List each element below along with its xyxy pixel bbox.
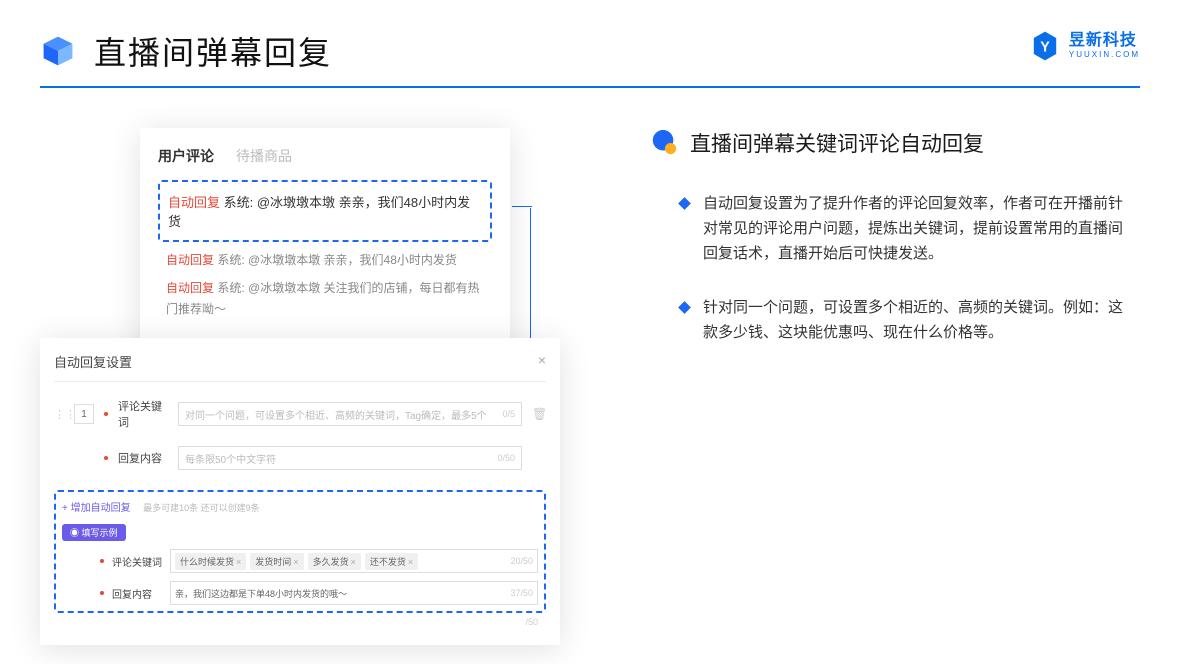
placeholder: 每条限50个中文字符 — [185, 451, 276, 466]
reply-input[interactable]: 每条限50个中文字符 0/50 — [178, 446, 522, 470]
brand-url: YUUXIN.COM — [1069, 51, 1140, 59]
add-hint: 最多可建10条 还可以创建9条 — [143, 503, 260, 513]
connector-line — [512, 206, 532, 207]
tab-comments[interactable]: 用户评论 — [158, 146, 214, 166]
char-count: 20/50 — [510, 556, 533, 566]
reply-text: 系统: @冰墩墩本墩 关注我们的店铺，每日都有热门推荐呦～ — [166, 281, 480, 315]
char-count: 37/50 — [510, 588, 533, 598]
extra-count: /50 — [54, 617, 546, 627]
reply-row: 自动回复 系统: @冰墩墩本墩 亲亲，我们48小时内发货 — [166, 250, 484, 270]
required-dot — [104, 412, 108, 416]
reply-row: 自动回复 系统: @冰墩墩本墩 关注我们的店铺，每日都有热门推荐呦～ — [166, 278, 484, 319]
bullet-item: 自动回复设置为了提升作者的评论回复效率，作者可在开播前针对常见的评论用户问题，提… — [650, 192, 1130, 266]
heading-text: 直播间弹幕关键词评论自动回复 — [690, 128, 984, 158]
trash-icon[interactable]: 🗑 — [532, 407, 546, 421]
row-number: 1 — [74, 404, 94, 424]
highlighted-reply: 自动回复 系统: @冰墩墩本墩 亲亲，我们48小时内发货 — [158, 180, 492, 242]
tab-products[interactable]: 待播商品 — [236, 146, 292, 166]
bubble-icon — [650, 129, 678, 157]
char-count: 0/5 — [502, 409, 515, 419]
brand-name: 昱新科技 — [1069, 33, 1140, 49]
auto-reply-tag: 自动回复 — [166, 281, 214, 295]
example-badge: ◉ 填写示例 — [62, 524, 126, 541]
ex-reply-input[interactable]: 亲，我们这边都是下单48小时内发货的哦～ 37/50 — [170, 581, 538, 605]
placeholder: 对同一个问题，可设置多个相近、高频的关键词，Tag确定，最多5个 — [185, 407, 487, 422]
bullet-item: 针对同一个问题，可设置多个相近的、高频的关键词。例如：这款多少钱、这块能优惠吗、… — [650, 296, 1130, 346]
required-dot — [100, 559, 104, 563]
comments-panel: 用户评论 待播商品 自动回复 系统: @冰墩墩本墩 亲亲，我们48小时内发货 自… — [140, 128, 510, 367]
tag-chip[interactable]: 多久发货× — [308, 553, 361, 570]
ex-reply-label: 回复内容 — [112, 586, 162, 601]
tag-chip[interactable]: 发货时间× — [250, 553, 303, 570]
ex-keyword-label: 评论关键词 — [112, 554, 162, 569]
required-dot — [104, 456, 108, 460]
add-reply-link[interactable]: + 增加自动回复 — [62, 503, 131, 514]
reply-label: 回复内容 — [118, 450, 168, 466]
keyword-label: 评论关键词 — [118, 398, 168, 430]
keyword-input[interactable]: 对同一个问题，可设置多个相近、高频的关键词，Tag确定，最多5个 0/5 — [178, 402, 522, 426]
auto-reply-tag: 自动回复 — [166, 253, 214, 267]
brand-logo: Y 昱新科技 YUUXIN.COM — [1029, 30, 1140, 62]
svg-text:Y: Y — [1040, 40, 1050, 56]
settings-panel: 自动回复设置 × ⋮⋮ 1 评论关键词 对同一个问题，可设置多个相近、高频的关键… — [40, 338, 560, 645]
screenshot-mock: 用户评论 待播商品 自动回复 系统: @冰墩墩本墩 亲亲，我们48小时内发货 自… — [40, 128, 560, 376]
close-icon[interactable]: × — [538, 352, 546, 371]
char-count: 0/50 — [497, 453, 515, 463]
tag-chip[interactable]: 还不发货× — [365, 553, 418, 570]
tabs: 用户评论 待播商品 — [158, 146, 492, 166]
ex-keyword-input[interactable]: 什么时候发货× 发货时间× 多久发货× 还不发货× 20/50 — [170, 549, 538, 573]
section-heading: 直播间弹幕关键词评论自动回复 — [650, 128, 1130, 158]
drag-icon[interactable]: ⋮⋮ — [54, 408, 64, 421]
tag-chip[interactable]: 什么时候发货× — [175, 553, 246, 570]
header-divider — [40, 86, 1140, 88]
auto-reply-tag: 自动回复 — [168, 195, 220, 210]
required-dot — [100, 591, 104, 595]
bullet-text: 针对同一个问题，可设置多个相近的、高频的关键词。例如：这款多少钱、这块能优惠吗、… — [703, 296, 1130, 346]
input-value: 亲，我们这边都是下单48小时内发货的哦～ — [175, 587, 347, 600]
page-title: 直播间弹幕回复 — [94, 28, 332, 74]
settings-title: 自动回复设置 — [54, 352, 132, 371]
cube-icon — [40, 33, 76, 69]
diamond-icon — [678, 301, 691, 314]
reply-text: 系统: @冰墩墩本墩 亲亲，我们48小时内发货 — [217, 253, 457, 267]
bullet-text: 自动回复设置为了提升作者的评论回复效率，作者可在开播前针对常见的评论用户问题，提… — [703, 192, 1130, 266]
diamond-icon — [678, 197, 691, 210]
